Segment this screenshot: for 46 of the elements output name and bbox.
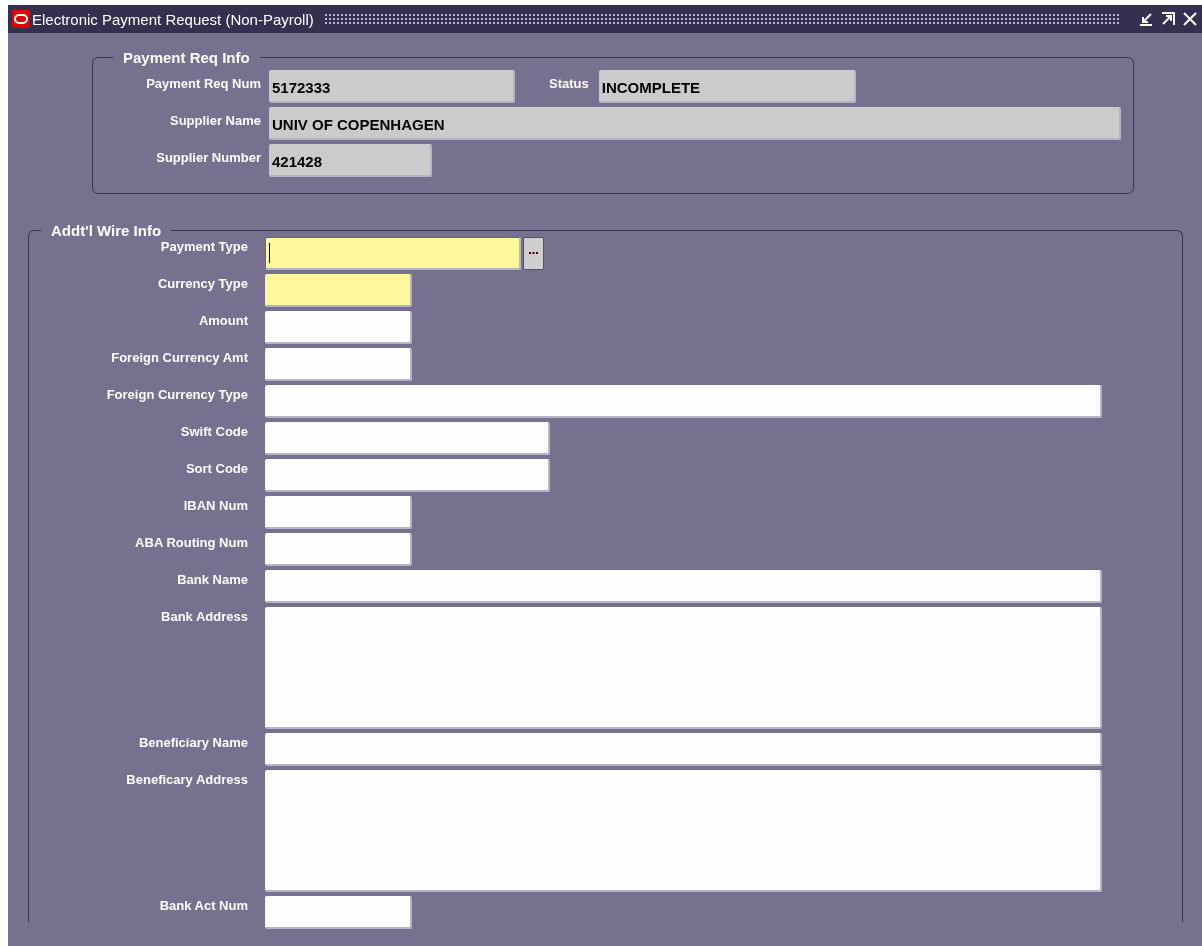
field-label: Supplier Name (168, 113, 261, 128)
maximize-icon[interactable] (1160, 11, 1176, 27)
input-field[interactable] (265, 570, 1102, 603)
read-only-field[interactable]: 5172333 (269, 70, 515, 103)
close-icon[interactable] (1182, 11, 1198, 27)
field-label: Bank Act Num (158, 897, 248, 915)
text-area[interactable] (265, 770, 1102, 892)
field-label: Sort Code (184, 460, 248, 478)
field-label: Beneficiary Name (137, 734, 248, 752)
minimize-icon[interactable] (1138, 11, 1154, 27)
field-label: Beneficary Address (125, 771, 248, 789)
read-only-field[interactable]: UNIV OF COPENHAGEN (269, 107, 1121, 140)
input-field[interactable] (265, 422, 550, 455)
field-label: Bank Name (176, 571, 248, 589)
text-cursor (269, 243, 270, 263)
field-label: Bank Address (160, 608, 248, 626)
input-field[interactable] (265, 459, 550, 492)
input-field[interactable] (265, 496, 412, 529)
input-field[interactable] (265, 385, 1102, 418)
input-field[interactable] (265, 348, 412, 381)
field-label: Payment Req Num (145, 76, 261, 91)
app-logo-icon (12, 10, 30, 28)
input-field[interactable] (265, 533, 412, 566)
input-field[interactable] (265, 311, 412, 344)
ellipsis-icon (529, 252, 538, 255)
field-label: Foreign Currency Amt (110, 349, 248, 367)
section-title: Addt'l Wire Info (50, 222, 163, 239)
field-label: Amount (197, 312, 248, 330)
input-field[interactable] (265, 274, 412, 307)
input-field[interactable] (265, 896, 412, 929)
read-only-field[interactable]: INCOMPLETE (598, 70, 856, 103)
read-only-field[interactable]: 421428 (269, 144, 432, 177)
field-label: Swift Code (179, 423, 248, 441)
window-title: Electronic Payment Request (Non-Payroll) (32, 10, 314, 28)
section-title: Payment Req Info (122, 49, 251, 66)
text-area[interactable] (265, 607, 1102, 729)
field-label: IBAN Num (182, 497, 248, 515)
input-field[interactable] (265, 733, 1102, 766)
field-label: ABA Routing Num (134, 534, 248, 552)
field-label: Currency Type (156, 275, 248, 293)
field-label: Foreign Currency Type (105, 386, 248, 404)
input-field[interactable] (265, 237, 521, 270)
field-label: Supplier Number (155, 150, 261, 165)
field-label: Payment Type (159, 238, 248, 256)
list-of-values-button[interactable] (523, 237, 544, 270)
field-label: Status (549, 76, 589, 91)
